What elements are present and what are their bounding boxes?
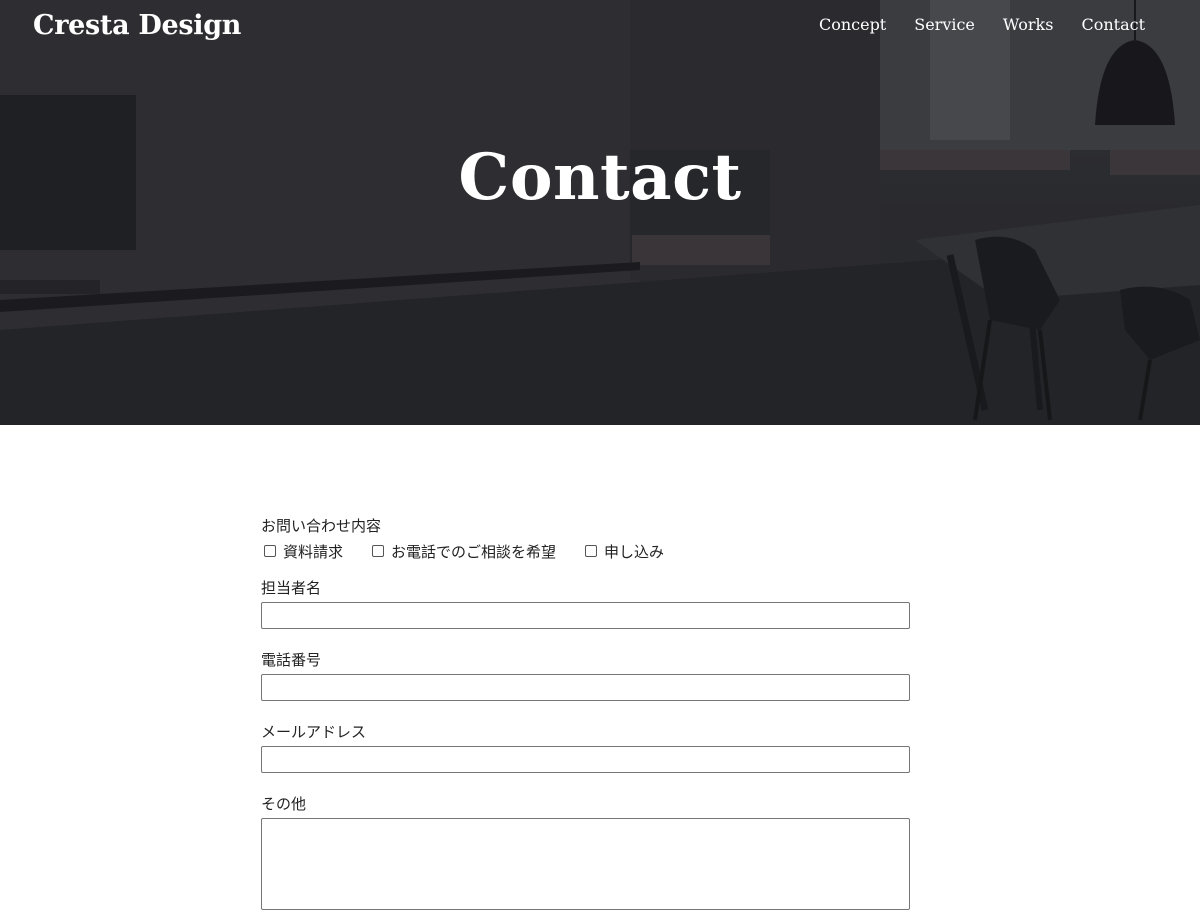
application-label: 申し込み	[604, 542, 665, 561]
phone-consultation-checkbox[interactable]	[372, 545, 385, 557]
phone-input[interactable]	[261, 674, 910, 701]
main-nav: Concept Service Works Contact	[819, 15, 1145, 34]
contact-form: お問い合わせ内容 資料請求 お電話でのご相談を希望 申し込み 担当者名 電話番号…	[261, 516, 910, 910]
option-phone-consultation[interactable]: お電話でのご相談を希望	[369, 541, 556, 562]
phone-consultation-label: お電話でのご相談を希望	[391, 542, 557, 561]
hero-banner: Cresta Design Concept Service Works Cont…	[0, 0, 1200, 425]
nav-link-contact[interactable]: Contact	[1081, 15, 1145, 34]
nav-link-service[interactable]: Service	[914, 15, 975, 34]
contact-name-input[interactable]	[261, 602, 910, 629]
contact-name-label: 担当者名	[261, 579, 322, 597]
nav-link-concept[interactable]: Concept	[819, 15, 886, 34]
option-application[interactable]: 申し込み	[582, 541, 664, 562]
email-input[interactable]	[261, 746, 910, 773]
application-checkbox[interactable]	[585, 545, 598, 557]
option-document-request[interactable]: 資料請求	[261, 541, 343, 562]
site-header: Cresta Design Concept Service Works Cont…	[0, 0, 1200, 56]
inquiry-type-label: お問い合わせ内容	[261, 517, 382, 535]
email-label: メールアドレス	[261, 723, 367, 741]
phone-label: 電話番号	[261, 651, 322, 669]
page-title: Contact	[458, 140, 742, 215]
inquiry-type-options: 資料請求 お電話でのご相談を希望 申し込み	[261, 540, 910, 562]
document-request-label: 資料請求	[283, 542, 344, 561]
nav-link-works[interactable]: Works	[1003, 15, 1054, 34]
site-logo[interactable]: Cresta Design	[33, 10, 241, 41]
document-request-checkbox[interactable]	[264, 545, 276, 557]
other-textarea[interactable]	[261, 818, 910, 910]
other-label: その他	[261, 795, 307, 813]
